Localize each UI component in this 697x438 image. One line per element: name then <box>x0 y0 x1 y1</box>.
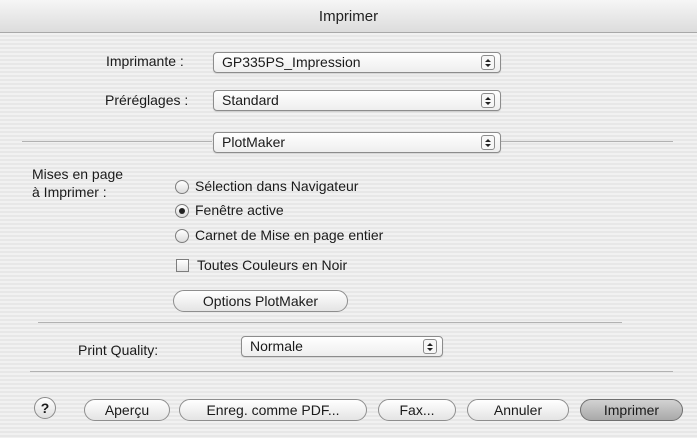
printer-label: Imprimante : <box>106 53 184 69</box>
options-plotmaker-button[interactable]: Options PlotMaker <box>173 290 348 312</box>
radio-label-fenetre-active: Fenêtre active <box>195 202 284 218</box>
panel-value: PlotMaker <box>222 134 286 150</box>
window-title: Imprimer <box>0 0 697 33</box>
updown-arrows-icon <box>423 339 437 354</box>
print-dialog-content: Imprimante : GP335PS_Impression Prérégla… <box>0 33 697 438</box>
radio-label-carnet-mise-en-page: Carnet de Mise en page entier <box>195 227 384 243</box>
cancel-button[interactable]: Annuler <box>467 399 569 421</box>
updown-arrows-icon <box>481 135 495 150</box>
panel-popup[interactable]: PlotMaker <box>213 132 501 153</box>
presets-popup[interactable]: Standard <box>213 90 501 111</box>
preview-button[interactable]: Aperçu <box>84 399 170 421</box>
save-as-pdf-button[interactable]: Enreg. comme PDF... <box>179 399 367 421</box>
radio-selected-dot <box>179 208 185 214</box>
radio-fenetre-active[interactable] <box>175 204 189 218</box>
layouts-label-line1: Mises en page <box>32 166 124 182</box>
printer-value: GP335PS_Impression <box>222 54 361 70</box>
radio-selection-navigateur[interactable] <box>175 180 189 194</box>
printer-popup[interactable]: GP335PS_Impression <box>213 52 501 73</box>
checkbox-label-couleurs-en-noir: Toutes Couleurs en Noir <box>197 257 348 273</box>
separator-right <box>501 141 673 142</box>
fax-button[interactable]: Fax... <box>378 399 456 421</box>
separator-bottom <box>30 371 673 372</box>
checkbox-couleurs-en-noir[interactable] <box>176 259 189 272</box>
radio-carnet-mise-en-page[interactable] <box>175 229 189 243</box>
print-button[interactable]: Imprimer <box>580 399 683 421</box>
help-button[interactable]: ? <box>34 397 56 419</box>
presets-value: Standard <box>222 92 279 108</box>
updown-arrows-icon <box>481 93 495 108</box>
layouts-label-line2: à Imprimer : <box>32 184 107 200</box>
updown-arrows-icon <box>481 55 495 70</box>
radio-label-selection-navigateur: Sélection dans Navigateur <box>195 178 359 194</box>
print-quality-value: Normale <box>250 338 303 354</box>
print-quality-label: Print Quality: <box>78 342 159 358</box>
separator-quality <box>38 322 622 323</box>
print-quality-popup[interactable]: Normale <box>241 336 443 357</box>
separator-left <box>22 141 212 142</box>
presets-label: Préréglages : <box>105 92 189 108</box>
